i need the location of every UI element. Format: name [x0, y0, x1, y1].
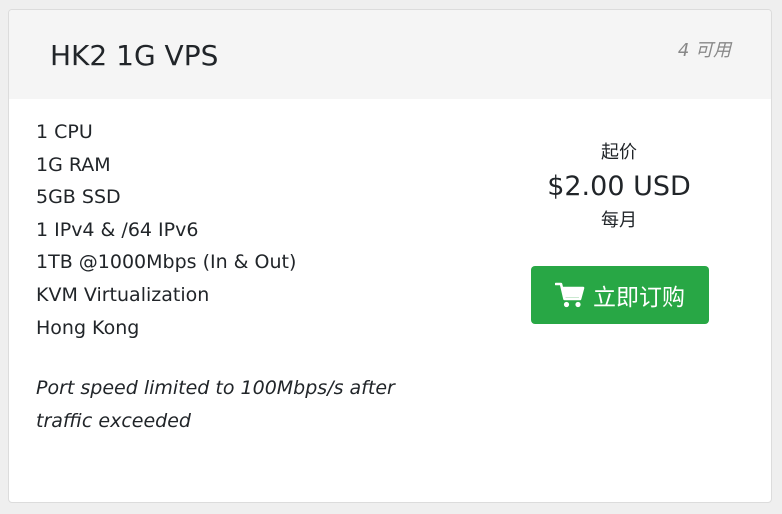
- feature-item: 1TB @1000Mbps (In & Out): [36, 251, 297, 274]
- feature-item: KVM Virtualization: [36, 283, 210, 306]
- price-amount: $2.00 USD: [547, 171, 691, 202]
- availability-count: 4 可用: [677, 40, 731, 61]
- feature-item: 5GB SSD: [36, 186, 121, 209]
- feature-item: 1 CPU: [36, 121, 93, 143]
- shopping-cart-icon: [555, 282, 585, 308]
- billing-cycle: 每月: [601, 210, 637, 231]
- feature-item: 1 IPv4 & /64 IPv6: [36, 218, 199, 241]
- feature-item: Hong Kong: [36, 316, 140, 339]
- product-card: HK2 1G VPS 4 可用 1 CPU 1G RAM 5GB SSD 1 I…: [8, 9, 772, 503]
- price-block: 起价 $2.00 USD 每月: [499, 138, 739, 236]
- order-now-label: 立即订购: [593, 285, 685, 311]
- product-card-header: HK2 1G VPS 4 可用: [9, 10, 771, 99]
- price-from-label: 起价: [601, 142, 637, 163]
- feature-item: 1G RAM: [36, 153, 111, 176]
- speed-limit-note: Port speed limited to 100Mbps/s after tr…: [36, 377, 395, 432]
- order-now-button[interactable]: 立即订购: [531, 266, 709, 324]
- feature-list: 1 CPU 1G RAM 5GB SSD 1 IPv4 & /64 IPv6 1…: [36, 116, 296, 344]
- product-title: HK2 1G VPS: [50, 39, 219, 72]
